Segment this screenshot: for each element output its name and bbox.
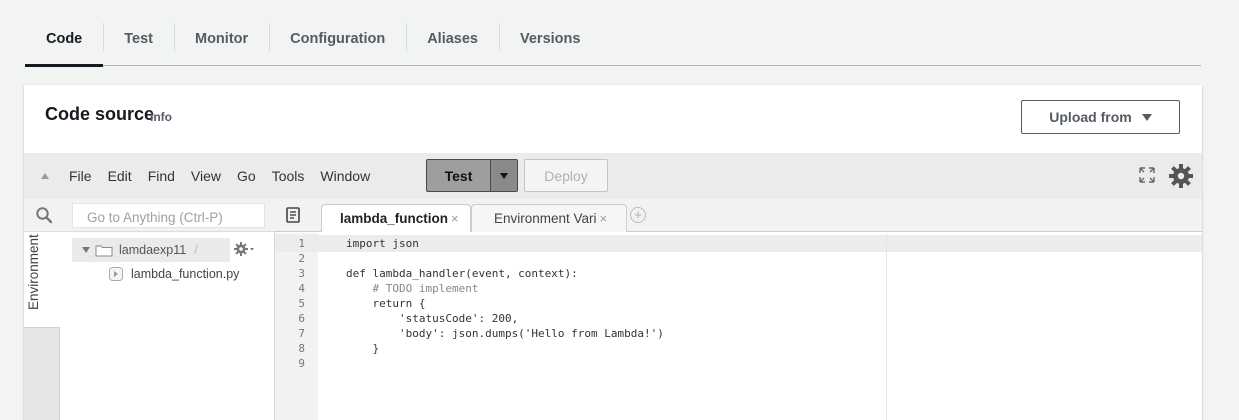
- tree-file-item[interactable]: lambda_function.py: [108, 266, 239, 282]
- code-text: # TODO implement: [346, 282, 479, 295]
- file-tree: lamdaexp11 / lambda_function.py: [60, 232, 275, 420]
- print-margin: [886, 233, 887, 420]
- menu-view[interactable]: View: [191, 168, 221, 184]
- tab-label: Test: [124, 31, 153, 47]
- menu-file[interactable]: File: [69, 168, 92, 184]
- tab-test[interactable]: Test: [103, 13, 174, 65]
- code-text: 'body': json.dumps('Hello from Lambda!'): [346, 327, 664, 340]
- panel-header: Code source Info Upload from: [24, 85, 1202, 151]
- search-icon[interactable]: [35, 206, 53, 224]
- code-text: return {: [346, 297, 426, 310]
- close-icon[interactable]: ×: [600, 211, 608, 226]
- line-number: 9: [298, 357, 305, 370]
- environment-rail: Environment: [24, 232, 60, 420]
- editor-tab-label: Environment Vari: [494, 211, 597, 226]
- expand-triangle-icon[interactable]: [82, 247, 90, 253]
- menu-tools[interactable]: Tools: [272, 168, 305, 184]
- test-label: Test: [427, 160, 491, 191]
- line-number: 5: [298, 297, 305, 310]
- close-icon[interactable]: ×: [451, 211, 459, 226]
- line-number: 2: [298, 252, 305, 265]
- function-tabs: Code Test Monitor Configuration Aliases …: [25, 13, 1201, 67]
- code-text: import json: [346, 237, 419, 250]
- tab-label: Aliases: [427, 31, 478, 47]
- line-number: 4: [298, 282, 305, 295]
- panel-title: Code source: [45, 104, 155, 124]
- tab-label: Configuration: [290, 31, 386, 47]
- line-number: 1: [298, 237, 305, 250]
- python-file-icon: [109, 267, 123, 281]
- test-button[interactable]: Test: [426, 159, 518, 192]
- upload-label: Upload from: [1049, 109, 1132, 125]
- ide-menubar: File Edit Find View Go Tools Window Test…: [24, 153, 1202, 199]
- tree-settings-gear-icon[interactable]: [233, 240, 255, 258]
- line-number: 3: [298, 267, 305, 280]
- editor-tabbar: lambda_function × Environment Vari × +: [275, 199, 1202, 232]
- code-editor[interactable]: 1 import json 2 3 def lambda_handler(event…: [275, 233, 1202, 420]
- line-number: 7: [298, 327, 305, 340]
- folder-icon: [95, 245, 113, 256]
- tree-root-folder[interactable]: lamdaexp11 /: [72, 238, 230, 262]
- line-number: 6: [298, 312, 305, 325]
- test-dropdown[interactable]: [491, 160, 517, 191]
- gear-icon[interactable]: [1168, 163, 1194, 189]
- search-row: [24, 199, 275, 232]
- tab-monitor[interactable]: Monitor: [174, 13, 269, 65]
- environment-tab[interactable]: Environment: [24, 232, 60, 328]
- tab-configuration[interactable]: Configuration: [269, 13, 406, 65]
- tab-label: Code: [46, 31, 83, 47]
- tab-label: Versions: [520, 31, 581, 47]
- go-to-anything-input[interactable]: [72, 203, 265, 228]
- editor-tab-environment-variables[interactable]: Environment Vari ×: [471, 204, 627, 232]
- code-text: def lambda_handler(event, context):: [346, 267, 578, 280]
- environment-label: Environment: [26, 234, 41, 310]
- tree-root-suffix: /: [194, 243, 198, 257]
- menu-go[interactable]: Go: [237, 168, 256, 184]
- tab-versions[interactable]: Versions: [499, 13, 601, 65]
- editor-tab-lambda-function[interactable]: lambda_function ×: [321, 204, 471, 232]
- tree-file-name: lambda_function.py: [131, 267, 240, 281]
- tab-code[interactable]: Code: [25, 13, 104, 67]
- caret-down-icon: [500, 172, 508, 179]
- line-number: 8: [298, 342, 305, 355]
- caret-down-icon: [1141, 113, 1152, 121]
- info-link[interactable]: Info: [150, 110, 172, 124]
- collapse-arrow-icon[interactable]: [41, 173, 49, 179]
- upload-from-button[interactable]: Upload from: [1021, 100, 1180, 134]
- document-list-icon[interactable]: [286, 207, 300, 223]
- menu-edit[interactable]: Edit: [108, 168, 132, 184]
- tab-label: Monitor: [195, 31, 249, 47]
- fullscreen-icon[interactable]: [1138, 166, 1156, 184]
- tab-aliases[interactable]: Aliases: [406, 13, 499, 65]
- deploy-button[interactable]: Deploy: [524, 159, 608, 192]
- code-text: }: [346, 342, 380, 355]
- code-text: 'statusCode': 200,: [346, 312, 519, 325]
- menu-find[interactable]: Find: [148, 168, 175, 184]
- menu-window[interactable]: Window: [320, 168, 370, 184]
- editor-tab-label: lambda_function: [340, 211, 449, 226]
- add-tab-icon[interactable]: +: [630, 207, 646, 223]
- tree-root-name: lamdaexp11: [119, 243, 187, 257]
- code-source-panel: Code source Info Upload from File Edit F…: [24, 85, 1202, 420]
